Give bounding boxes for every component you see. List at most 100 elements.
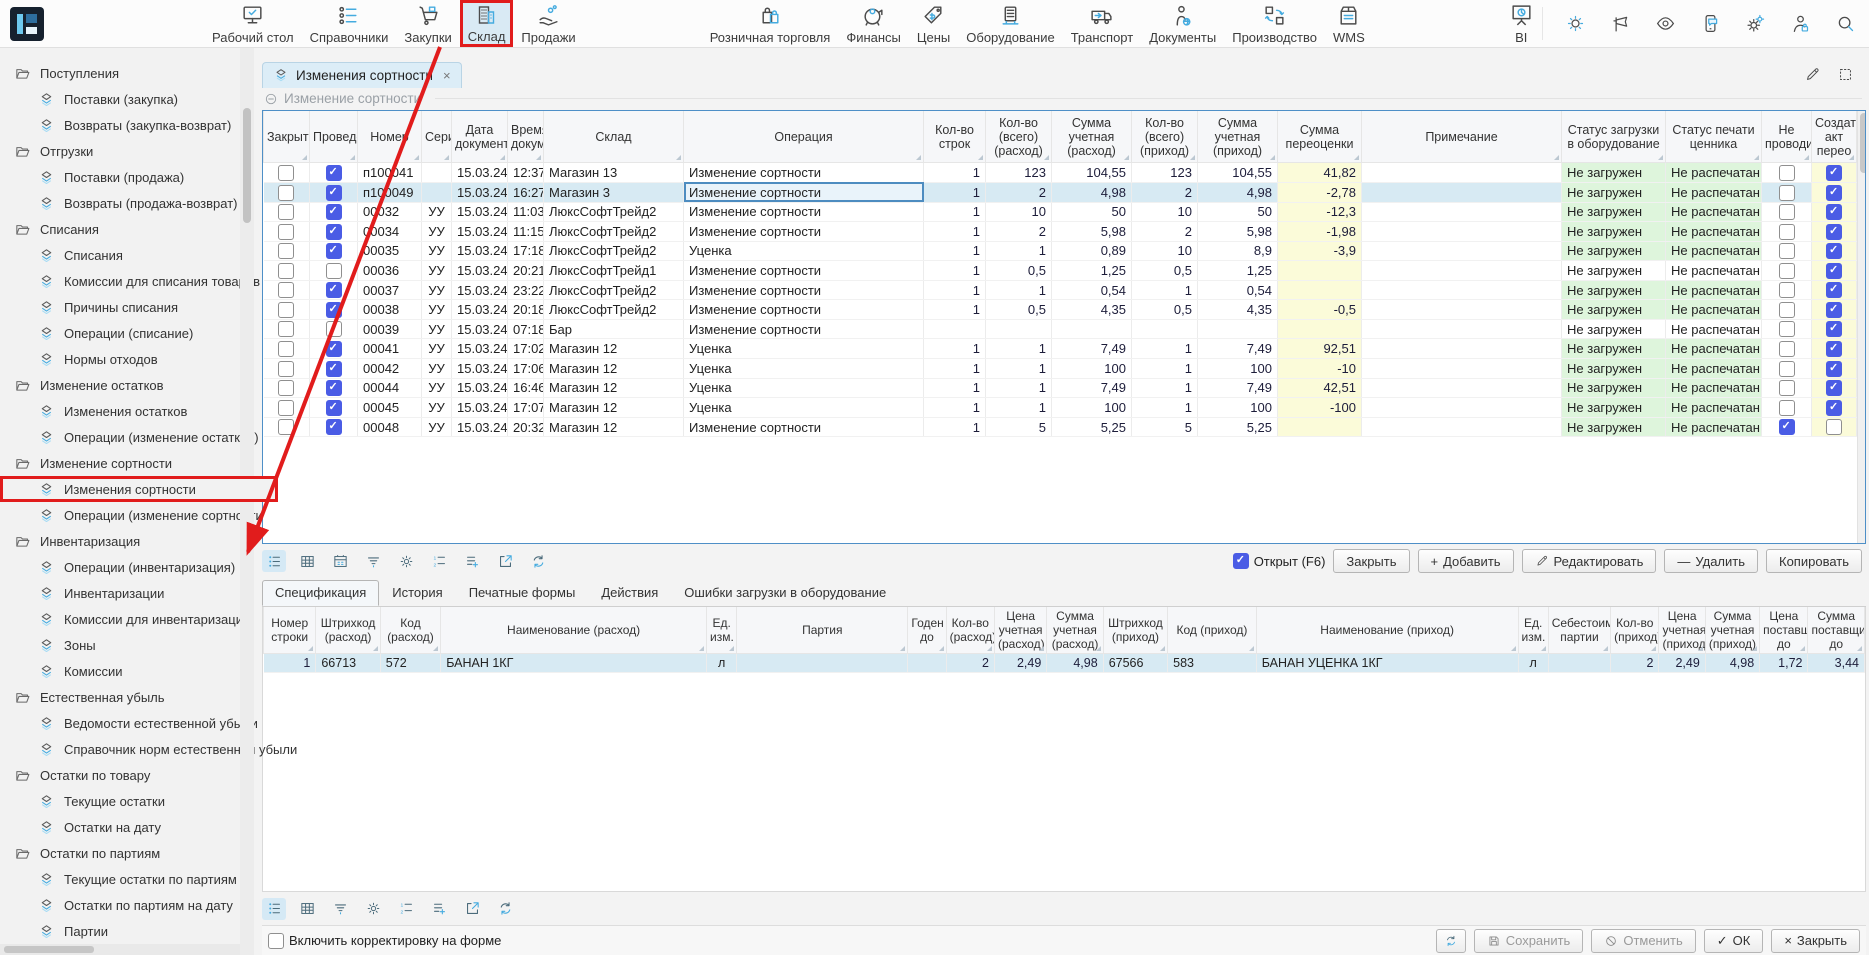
column-header[interactable]: Кол-во (расход) <box>946 607 994 654</box>
closed-checkbox[interactable] <box>278 185 294 201</box>
column-header[interactable]: Код (расход) <box>380 607 440 654</box>
column-header[interactable]: Цена учетная (приход) <box>1659 607 1705 654</box>
create-act-checkbox[interactable] <box>1826 224 1842 240</box>
closed-checkbox[interactable] <box>278 224 294 240</box>
sidebar-item[interactable]: Справочник норм естественной убыли <box>0 736 240 762</box>
column-header[interactable]: Сумма учетная (приход) <box>1198 111 1278 163</box>
sidebar-item[interactable]: Изменение сортности <box>0 450 240 476</box>
column-header[interactable]: Сумма учетная (расход) <box>1047 607 1103 654</box>
table-row[interactable]: 00041 УУ 15.03.24 17:02 Магазин 12 Уценк… <box>264 339 1857 359</box>
posted-checkbox[interactable] <box>326 204 342 220</box>
posted-checkbox[interactable] <box>326 341 342 357</box>
toolbar-item-desktop[interactable]: Рабочий стол <box>204 0 302 47</box>
ok-button[interactable]: ✓ОК <box>1704 929 1764 953</box>
sidebar-item[interactable]: Остатки на дату <box>0 814 240 840</box>
no-post-checkbox[interactable] <box>1779 282 1795 298</box>
table-row[interactable]: 00035 УУ 15.03.24 17:18 ЛюксСофтТрейд2 У… <box>264 241 1857 261</box>
toolbar-item-production[interactable]: Производство <box>1224 0 1325 47</box>
sidebar-item[interactable]: Инвентаризация <box>0 528 240 554</box>
table-row[interactable]: 00048 УУ 15.03.24 20:32 Магазин 12 Измен… <box>264 417 1857 437</box>
create-act-checkbox[interactable] <box>1826 165 1842 181</box>
app-logo-icon[interactable] <box>10 7 44 41</box>
no-post-checkbox[interactable] <box>1779 341 1795 357</box>
sidebar-item[interactable]: Партии <box>0 918 240 944</box>
toolbar-item-bi[interactable]: BI <box>1501 0 1542 47</box>
table-row[interactable]: 00045 УУ 15.03.24 17:07 Магазин 12 Уценк… <box>264 398 1857 418</box>
column-header[interactable]: Годен до <box>908 607 946 654</box>
closed-checkbox[interactable] <box>278 380 294 396</box>
toolbar-item-warehouse[interactable]: Склад <box>460 0 514 47</box>
spec-list-view-button[interactable] <box>262 898 286 920</box>
sidebar-item[interactable]: Поставки (закупка) <box>0 86 240 112</box>
table-scrollbar[interactable] <box>1857 111 1866 543</box>
sidebar-item[interactable]: Инвентаризации <box>0 580 240 606</box>
column-header[interactable]: Статус печати ценника <box>1666 111 1762 163</box>
column-header[interactable]: Не проводить <box>1762 111 1812 163</box>
create-act-checkbox[interactable] <box>1826 361 1842 377</box>
posted-checkbox[interactable] <box>326 282 342 298</box>
sidebar-item[interactable]: Текущие остатки по партиям <box>0 866 240 892</box>
no-post-checkbox[interactable] <box>1779 400 1795 416</box>
column-header[interactable]: Закрыт <box>264 111 310 163</box>
tab-izmeneniya-sortnosti[interactable]: Изменения сортности × <box>262 62 462 88</box>
no-post-checkbox[interactable] <box>1779 204 1795 220</box>
search-icon[interactable] <box>1835 13 1856 34</box>
create-act-checkbox[interactable] <box>1826 185 1842 201</box>
checkbox[interactable] <box>268 933 284 949</box>
grid-view-button[interactable] <box>295 550 319 572</box>
closed-checkbox[interactable] <box>278 204 294 220</box>
create-act-checkbox[interactable] <box>1826 380 1842 396</box>
create-act-checkbox[interactable] <box>1826 419 1842 435</box>
refresh-button[interactable] <box>1436 929 1466 953</box>
column-header[interactable]: Цена поставщика до <box>1760 607 1808 654</box>
toolbar-item-references[interactable]: Справочники <box>302 0 397 47</box>
no-post-checkbox[interactable] <box>1779 263 1795 279</box>
create-act-checkbox[interactable] <box>1826 263 1842 279</box>
toolbar-item-wms[interactable]: WMS <box>1325 0 1373 47</box>
sidebar-item[interactable]: Комиссии для инвентаризации <box>0 606 240 632</box>
spec-row[interactable]: 1 66713 572 БАНАН 1КГ л 2 2,49 4,98 67 <box>264 654 1865 673</box>
no-post-checkbox[interactable] <box>1779 224 1795 240</box>
filter-button[interactable] <box>361 550 385 572</box>
posted-checkbox[interactable] <box>326 185 342 201</box>
column-header[interactable]: Кол-во (всего) (расход) <box>986 111 1052 163</box>
add-button[interactable]: +Добавить <box>1418 549 1514 573</box>
column-header[interactable]: Номер строки <box>264 607 316 654</box>
sidebar-item-izmeneniya-sortnosti[interactable]: Изменения сортности <box>0 476 278 502</box>
sidebar-item[interactable]: Поступления <box>0 60 240 86</box>
tab-close-icon[interactable]: × <box>443 68 451 83</box>
column-header[interactable]: Примечание <box>1362 111 1562 163</box>
no-post-checkbox[interactable] <box>1779 185 1795 201</box>
posted-checkbox[interactable] <box>326 321 342 337</box>
settings-gears-icon[interactable] <box>1745 13 1766 34</box>
sidebar-item[interactable]: Списания <box>0 216 240 242</box>
close-document-button[interactable]: Закрыть <box>1333 549 1409 573</box>
tab-load-errors[interactable]: Ошибки загрузки в оборудование <box>671 580 899 606</box>
sidebar-item[interactable]: Причины списания <box>0 294 240 320</box>
add-list-button[interactable] <box>460 550 484 572</box>
column-header[interactable]: Создать акт перео <box>1812 111 1857 163</box>
sidebar-item[interactable]: Изменения остатков <box>0 398 240 424</box>
column-header[interactable]: Операция <box>684 111 924 163</box>
sidebar-horizontal-scrollbar[interactable] <box>0 944 240 955</box>
tab-actions[interactable]: Действия <box>588 580 671 606</box>
maximize-icon[interactable] <box>1837 66 1854 83</box>
table-row[interactable]: п100041 15.03.24 12:37 Магазин 13 Измене… <box>264 163 1857 183</box>
create-act-checkbox[interactable] <box>1826 282 1842 298</box>
posted-checkbox[interactable] <box>326 165 342 181</box>
list-view-button[interactable] <box>262 550 286 572</box>
sidebar-item[interactable]: Отгрузки <box>0 138 240 164</box>
table-settings-button[interactable] <box>394 550 418 572</box>
table-row[interactable]: п100049 15.03.24 16:27 Магазин 3 Изменен… <box>264 182 1857 202</box>
spec-refresh-button[interactable] <box>493 898 517 920</box>
table-row[interactable]: 00044 УУ 15.03.24 16:46 Магазин 12 Уценк… <box>264 378 1857 398</box>
posted-checkbox[interactable] <box>326 361 342 377</box>
column-header[interactable]: Наименование (расход) <box>441 607 707 654</box>
sidebar-item[interactable]: Операции (изменение остатков) <box>0 424 240 450</box>
spec-filter-button[interactable] <box>328 898 352 920</box>
copy-button[interactable]: Копировать <box>1766 549 1862 573</box>
posted-checkbox[interactable] <box>326 302 342 318</box>
column-header[interactable]: Кол-во (приход) <box>1611 607 1659 654</box>
spec-add-list-button[interactable] <box>427 898 451 920</box>
toolbar-item-equipment[interactable]: Оборудование <box>958 0 1062 47</box>
